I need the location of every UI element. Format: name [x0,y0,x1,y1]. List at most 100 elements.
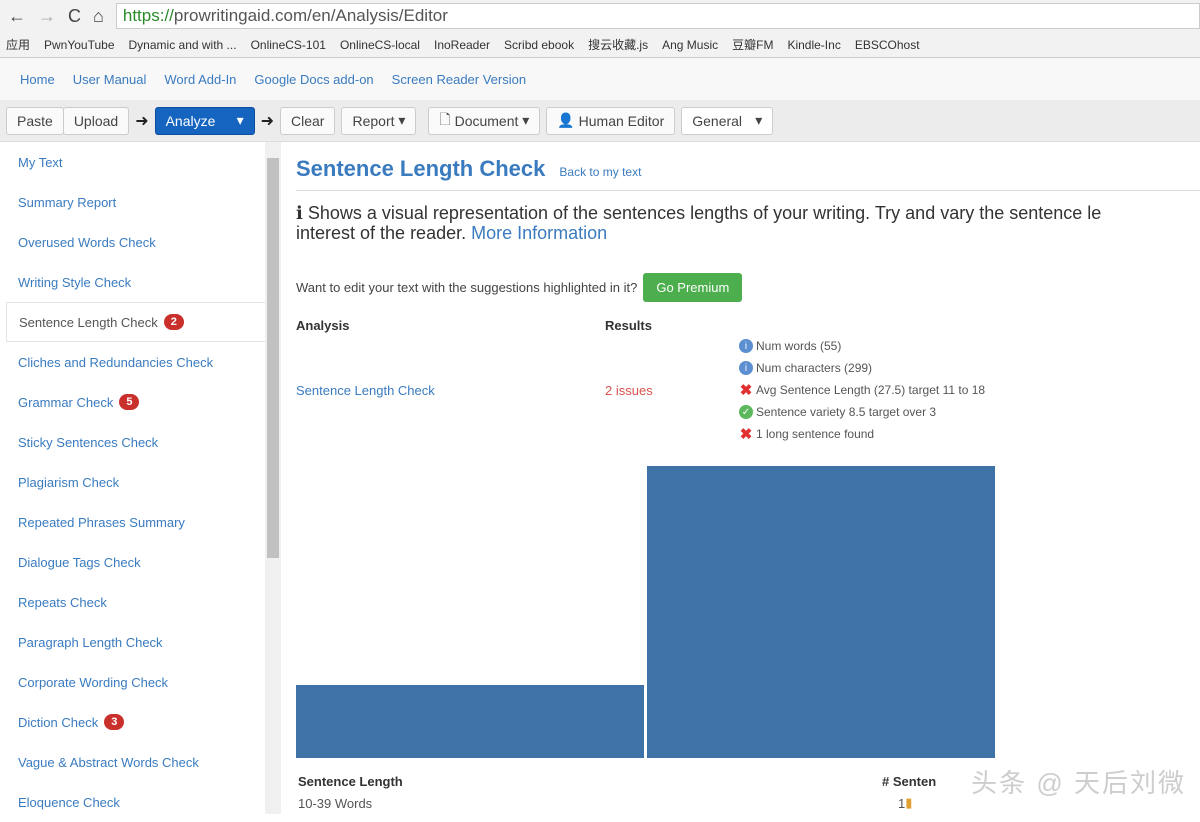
sidebar-item[interactable]: My Text [0,142,265,182]
sidebar-item[interactable]: Writing Style Check [0,262,265,302]
sidebar-item[interactable]: Repeats Check [0,582,265,622]
human-editor-button[interactable]: 👤 Human Editor [546,106,676,135]
bar [647,466,995,758]
upload-button[interactable]: Upload [62,106,130,135]
sidebar-item[interactable]: Summary Report [0,182,265,222]
sentence-length-chart [296,466,995,758]
result-item: i Num words (55) [739,335,985,357]
analysis-link[interactable]: Sentence Length Check [296,383,605,398]
sidebar-item-label: Repeated Phrases Summary [18,514,185,530]
home-icon[interactable]: ⌂ [93,6,104,27]
result-text: Num words (55) [756,339,842,353]
sidebar-item[interactable]: Cliches and Redundancies Check [0,342,265,382]
bookmark-item[interactable]: Kindle-Inc [787,38,840,52]
sidebar-item[interactable]: Paragraph Length Check [0,622,265,662]
sidebar-item-label: Corporate Wording Check [18,674,169,690]
sidebar-item[interactable]: Overused Words Check [0,222,265,262]
bookmark-item[interactable]: Ang Music [662,38,718,52]
sidebar-item-label: Plagiarism Check [18,474,120,490]
bookmark-item[interactable]: 搜云收藏.js [588,36,648,53]
count-badge: 2 [163,314,184,330]
issues-count: 2 issues [605,382,653,398]
sidebar-scrollbar[interactable] [265,142,281,814]
back-icon[interactable]: ← [8,6,26,27]
bar [296,685,644,758]
clear-button[interactable]: Clear [280,106,336,135]
back-link[interactable]: Back to my text [559,165,641,179]
scrollbar-thumb[interactable] [267,158,279,558]
bookmark-item[interactable]: EBSCOhost [855,38,920,52]
main-content: Sentence Length Check Back to my text ℹ S… [296,142,1200,814]
result-text: Num characters (299) [756,361,873,375]
forward-icon[interactable]: → [38,6,56,27]
bookmark-item[interactable]: PwnYouTube [44,38,115,52]
document-button[interactable]: 🗋 Document ▾ [428,106,541,135]
watermark: 头条 @ 天后刘微 [971,768,1186,798]
result-item: ✖ 1 long sentence found [739,423,985,445]
result-text: 1 long sentence found [756,427,875,441]
sidebar-item-label: Eloquence Check [18,794,120,810]
sidebar-item-label: Overused Words Check [18,234,156,250]
sidebar-item[interactable]: Vague & Abstract Words Check [0,742,265,782]
go-premium-button[interactable]: Go Premium [643,273,743,302]
info-icon: i [739,361,753,375]
sidebar-item[interactable]: Repeated Phrases Summary [0,502,265,542]
bookmark-item[interactable]: 应用 [6,36,30,53]
result-text: Sentence variety 8.5 target over 3 [756,405,937,419]
results-list: i Num words (55) i Num characters (299) ✖ Avg… [739,335,985,445]
sidebar-item-label: Cliches and Redundancies Check [18,354,214,370]
bookmark-item[interactable]: 豆瓣FM [732,36,773,53]
sidebar-item[interactable]: Sticky Sentences Check [0,422,265,462]
description: ℹ Shows a visual representation of the s… [296,203,1102,243]
more-information-link[interactable]: More Information [471,223,607,243]
ok-icon: ✓ [739,405,753,419]
report-button[interactable]: Report ▾ [341,106,417,135]
sidebar-item-label: Paragraph Length Check [18,634,163,650]
bookmark-item[interactable]: Dynamic and with ... [129,38,237,52]
result-item: ✖ Avg Sentence Length (27.5) target 11 to… [739,379,985,401]
sidebar-item-label: Sticky Sentences Check [18,434,159,450]
result-item: i Num characters (299) [739,357,985,379]
bookmark-item[interactable]: OnlineCS-101 [251,38,326,52]
paste-button[interactable]: Paste [6,106,64,135]
nav-link[interactable]: User Manual [73,72,147,87]
sidebar-item[interactable]: Eloquence Check [0,782,265,822]
sidebar-item-label: Repeats Check [18,594,107,610]
sidebar-item[interactable]: Plagiarism Check [0,462,265,502]
reload-icon[interactable]: C [68,6,81,27]
sidebar-item-label: My Text [18,154,63,170]
info-icon: i [739,339,753,353]
url-input[interactable]: https://prowritingaid.com/en/Analysis/Ed… [115,3,1200,29]
analyze-button[interactable]: Analyze ▾ [154,106,255,135]
nav-link[interactable]: Google Docs add-on [254,72,373,87]
bookmark-item[interactable]: InoReader [434,38,490,52]
address-bar-row: ← → C ⌂ https://prowritingaid.com/en/Ana… [0,0,1200,32]
sidebar-item-label: Sentence Length Check [19,314,158,330]
sidebar-item-label: Grammar Check [18,394,114,410]
result-text: Avg Sentence Length (27.5) target 11 to … [756,383,986,397]
nav-link[interactable]: Home [20,72,55,87]
top-nav: Home User Manual Word Add-In Google Docs ad… [0,58,1200,100]
arrow-icon: ➜ [135,112,149,130]
sidebar-item-label: Summary Report [18,194,117,210]
sidebar-item[interactable]: Grammar Check 5 [0,382,265,422]
result-item: ✓ Sentence variety 8.5 target over 3 [739,401,985,423]
length-table: Sentence Length # Senten 10-39 Words 1 ▮ [298,773,937,811]
sidebar-item[interactable]: Corporate Wording Check [0,662,265,702]
error-icon: ✖ [739,426,753,443]
count-badge: 5 [119,394,140,410]
caret-down-icon: ▾ [236,112,244,128]
page-title: Sentence Length Check Back to my text [296,156,1200,191]
sidebar-item[interactable]: Dialogue Tags Check [0,542,265,582]
nav-link[interactable]: Screen Reader Version [392,72,526,87]
bookmarks-bar: 应用 PwnYouTube Dynamic and with ... OnlineCS… [0,32,1200,58]
sidebar-item[interactable]: Sentence Length Check 2 [6,302,265,342]
nav-link[interactable]: Word Add-In [164,72,236,87]
info-icon: ℹ [296,203,303,223]
bookmark-item[interactable]: Scribd ebook [504,38,574,52]
sidebar-item-label: Writing Style Check [18,274,132,290]
sidebar: My Text Summary Report Overused Words Chec… [0,142,265,814]
sidebar-item[interactable]: Diction Check 3 [0,702,265,742]
bookmark-item[interactable]: OnlineCS-local [340,38,420,52]
general-select[interactable]: General ▾ [681,106,774,135]
